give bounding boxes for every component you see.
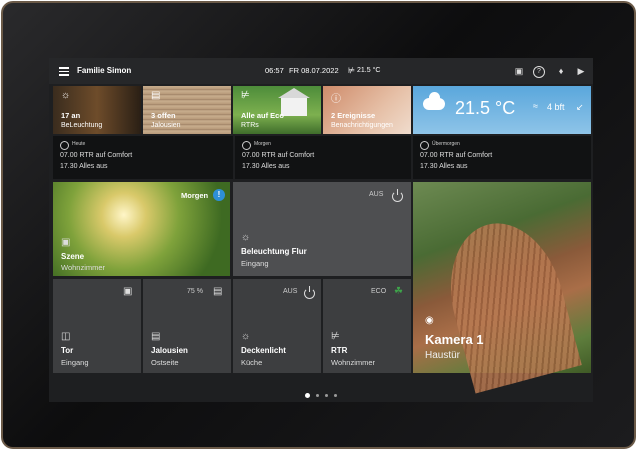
tile-kamera[interactable]: ◉ Kamera 1 Haustür xyxy=(413,182,591,394)
bulb-icon: ☼ xyxy=(241,232,251,243)
tile-rtr[interactable]: ECO ☘ ⊭ RTR Wohnzimmer xyxy=(323,279,411,373)
house-image xyxy=(278,88,310,116)
weather-tile[interactable]: 21.5 °C ≈ 4 bft ↙ xyxy=(413,86,591,134)
status-label: Benachrichtigungen xyxy=(331,122,393,129)
tile-name: RTR xyxy=(331,346,348,355)
schedule-entry: 07.00 RTR auf Comfort xyxy=(60,152,133,159)
help-icon[interactable]: ? xyxy=(533,66,545,78)
status-value: 17 an xyxy=(61,111,81,120)
thermometer-icon: ⊭ xyxy=(348,66,355,75)
bulb-icon: ☼ xyxy=(61,90,71,101)
schedule-today[interactable]: Heute 07.00 RTR auf Comfort 17.30 Alles … xyxy=(53,136,233,179)
blind-icon: ▤ xyxy=(213,286,223,297)
schedule-entry: 07.00 RTR auf Comfort xyxy=(420,152,493,159)
tile-name: Deckenlicht xyxy=(241,346,286,355)
schedule-day: Heute xyxy=(72,141,86,147)
status-label: RTRs xyxy=(241,122,259,129)
cloud-sun-icon xyxy=(423,92,445,110)
schedule-day-after[interactable]: Übermorgen 07.00 RTR auf Comfort 17.30 A… xyxy=(413,136,591,179)
info-icon[interactable]: ! xyxy=(213,189,225,201)
clock-icon xyxy=(242,141,251,150)
schedule-entry: 17.30 Alles aus xyxy=(420,163,468,170)
power-icon[interactable] xyxy=(392,189,403,202)
wind-direction-icon: ↙ xyxy=(576,102,584,112)
touch-panel-device: Familie Simon 06:57 FR 08.07.2022 ⊭ 21.5… xyxy=(1,1,636,449)
header-bar: Familie Simon 06:57 FR 08.07.2022 ⊭ 21.5… xyxy=(49,58,593,84)
schedule-day: Übermorgen xyxy=(432,141,460,147)
status-value: 2 Ereignisse xyxy=(331,111,376,120)
tile-state: AUS xyxy=(283,288,298,295)
tile-subtitle: Ostseite xyxy=(151,358,179,367)
lock-icon: ▣ xyxy=(123,286,133,297)
header-date: FR 08.07.2022 xyxy=(289,66,339,75)
tile-deckenlicht[interactable]: AUS ☼ Deckenlicht Küche xyxy=(233,279,321,373)
status-tile-rtr[interactable]: ⊭ Alle auf Eco RTRs xyxy=(233,86,321,134)
power-icon[interactable] xyxy=(304,286,315,299)
leaf-icon: ☘ xyxy=(394,286,403,297)
tile-subtitle: Wohnzimmer xyxy=(331,358,376,367)
status-value: Alle auf Eco xyxy=(241,111,284,120)
tile-state: AUS xyxy=(369,191,384,198)
page-indicator xyxy=(305,384,343,398)
page-title: Familie Simon xyxy=(77,66,132,75)
tile-name: Szene xyxy=(61,252,85,261)
tile-state: 75 % xyxy=(187,288,203,295)
page-dot-2[interactable] xyxy=(316,394,319,397)
status-label: BeLeuchtung xyxy=(61,122,103,129)
status-tile-lighting[interactable]: ☼ 17 an BeLeuchtung xyxy=(53,86,141,134)
weather-temperature: 21.5 °C xyxy=(455,98,516,118)
tile-state: ECO xyxy=(371,288,387,295)
wind-icon: ≈ xyxy=(533,101,538,111)
schedule-day: Morgen xyxy=(254,141,271,147)
status-value: 3 offen xyxy=(151,111,176,120)
tile-subtitle: Wohnzimmer xyxy=(61,263,106,272)
blind-icon: ▤ xyxy=(151,90,161,101)
header-time: 06:57 xyxy=(265,66,284,75)
info-icon: ⓘ xyxy=(331,94,341,105)
header-temperature: 21.5 °C xyxy=(357,67,381,74)
door-icon: ◫ xyxy=(61,331,71,342)
tile-name: Kamera 1 xyxy=(425,332,484,347)
blind-icon: ▤ xyxy=(151,331,161,342)
schedule-entry: 17.30 Alles aus xyxy=(242,163,290,170)
speaker-icon[interactable]: ▶ xyxy=(574,64,588,78)
bulb-icon: ☼ xyxy=(241,331,251,342)
thermometer-icon: ⊭ xyxy=(331,331,340,342)
page-dot-1[interactable] xyxy=(305,393,310,398)
thermometer-icon: ⊭ xyxy=(241,90,250,101)
lock-icon[interactable]: ▣ xyxy=(512,64,526,78)
page-dot-3[interactable] xyxy=(325,394,328,397)
tile-beleuchtung-flur[interactable]: AUS ☼ Beleuchtung Flur Eingang xyxy=(233,182,411,276)
scene-icon: ▣ xyxy=(61,237,71,248)
weather-wind: 4 bft xyxy=(547,102,565,112)
garden-path-image xyxy=(434,210,582,394)
status-label: Jalousien xyxy=(151,122,181,129)
schedule-entry: 17.30 Alles aus xyxy=(60,163,108,170)
tile-jalousien[interactable]: 75 % ▤ ▤ Jalousien Ostseite xyxy=(143,279,231,373)
clock-icon xyxy=(420,141,429,150)
tile-subtitle: Eingang xyxy=(61,358,89,367)
tile-tor[interactable]: ▣ ◫ Tor Eingang xyxy=(53,279,141,373)
tile-name: Tor xyxy=(61,346,74,355)
camera-icon: ◉ xyxy=(425,315,434,326)
scene-state: Morgen xyxy=(181,191,209,200)
tile-name: Beleuchtung Flur xyxy=(241,247,307,256)
bell-icon[interactable]: ♦ xyxy=(554,64,568,78)
screen: Familie Simon 06:57 FR 08.07.2022 ⊭ 21.5… xyxy=(49,58,593,402)
status-tile-blinds[interactable]: ▤ 3 offen Jalousien xyxy=(143,86,231,134)
menu-icon[interactable] xyxy=(59,67,69,76)
tile-name: Jalousien xyxy=(151,346,188,355)
page-dot-4[interactable] xyxy=(334,394,337,397)
tile-subtitle: Eingang xyxy=(241,259,269,268)
schedule-entry: 07.00 RTR auf Comfort xyxy=(242,152,315,159)
clock-icon xyxy=(60,141,69,150)
schedule-tomorrow[interactable]: Morgen 07.00 RTR auf Comfort 17.30 Alles… xyxy=(235,136,411,179)
tile-subtitle: Haustür xyxy=(425,350,461,361)
tile-subtitle: Küche xyxy=(241,358,263,367)
status-tile-events[interactable]: ⓘ 2 Ereignisse Benachrichtigungen xyxy=(323,86,411,134)
tile-scene[interactable]: Morgen ! ▣ Szene Wohnzimmer xyxy=(53,182,230,276)
